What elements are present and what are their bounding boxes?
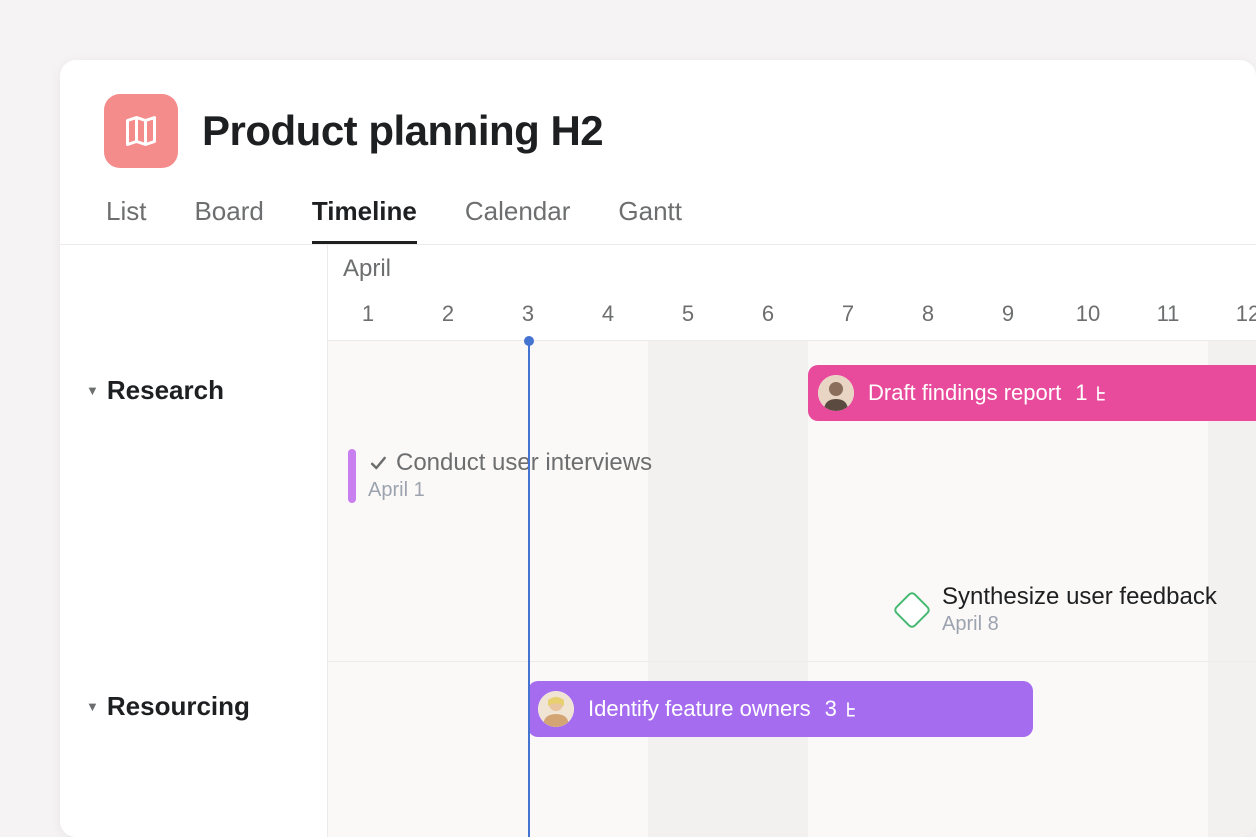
milestone-synthesize-feedback[interactable]: Synthesize user feedback April 8 [898,583,1217,636]
tab-calendar[interactable]: Calendar [465,196,571,244]
header: Product planning H2 List Board Timeline … [60,60,1256,244]
view-tabs: List Board Timeline Calendar Gantt [104,196,1212,244]
project-title: Product planning H2 [202,107,603,155]
day-column-header: 1 [328,301,408,327]
day-column-header: 6 [728,301,808,327]
day-column-header: 3 [488,301,568,327]
subtask-count: 1 [1075,380,1113,406]
caret-down-icon: ▼ [86,383,99,398]
avatar [818,375,854,411]
timeline-area: April 123456789101112 ▼ Research Draft f… [60,244,1256,837]
caret-down-icon: ▼ [86,699,99,714]
task-title: Identify feature owners [588,696,811,722]
section-header-research[interactable]: ▼ Research [60,353,328,406]
diamond-icon [892,590,932,630]
check-icon [368,453,388,473]
subtask-count: 3 [825,696,863,722]
window: Product planning H2 List Board Timeline … [60,60,1256,837]
day-column-header: 2 [408,301,488,327]
day-column-header: 10 [1048,301,1128,327]
section-sidebar [60,245,328,837]
month-label: April [343,255,391,283]
day-column-header: 7 [808,301,888,327]
milestone-date: April 8 [942,613,1217,636]
weekend-shade [648,341,808,837]
avatar [538,691,574,727]
title-row: Product planning H2 [104,94,1212,168]
day-column-header: 8 [888,301,968,327]
day-column-header: 11 [1128,301,1208,327]
task-title: Draft findings report [868,380,1061,406]
subtask-icon [1093,383,1113,403]
tab-board[interactable]: Board [194,196,263,244]
day-column-header: 4 [568,301,648,327]
subtask-number: 1 [1075,380,1087,406]
avatar-icon [818,375,854,411]
subtask-number: 3 [825,696,837,722]
avatar-icon [538,691,574,727]
map-icon [123,113,159,149]
task-bar-identify-owners[interactable]: Identify feature owners 3 [528,681,1033,737]
time-header: April 123456789101112 [328,245,1256,341]
milestone-conduct-interviews[interactable]: Conduct user interviews April 1 [348,449,652,503]
tab-timeline[interactable]: Timeline [312,196,417,244]
day-column-header: 12 [1208,301,1256,327]
tab-list[interactable]: List [106,196,146,244]
milestone-title-row: Conduct user interviews [368,449,652,477]
milestone-title: Synthesize user feedback [942,583,1217,611]
milestone-date: April 1 [368,479,652,502]
day-column-header: 5 [648,301,728,327]
subtask-icon [843,699,863,719]
section-name: Resourcing [107,691,250,722]
section-name: Research [107,375,224,406]
task-bar-draft-findings[interactable]: Draft findings report 1 [808,365,1256,421]
project-map-icon[interactable] [104,94,178,168]
section-header-resourcing[interactable]: ▼ Resourcing [60,669,328,722]
tab-gantt[interactable]: Gantt [618,196,682,244]
milestone-title: Conduct user interviews [396,449,652,477]
day-column-header: 9 [968,301,1048,327]
milestone-pill-icon [348,449,356,503]
